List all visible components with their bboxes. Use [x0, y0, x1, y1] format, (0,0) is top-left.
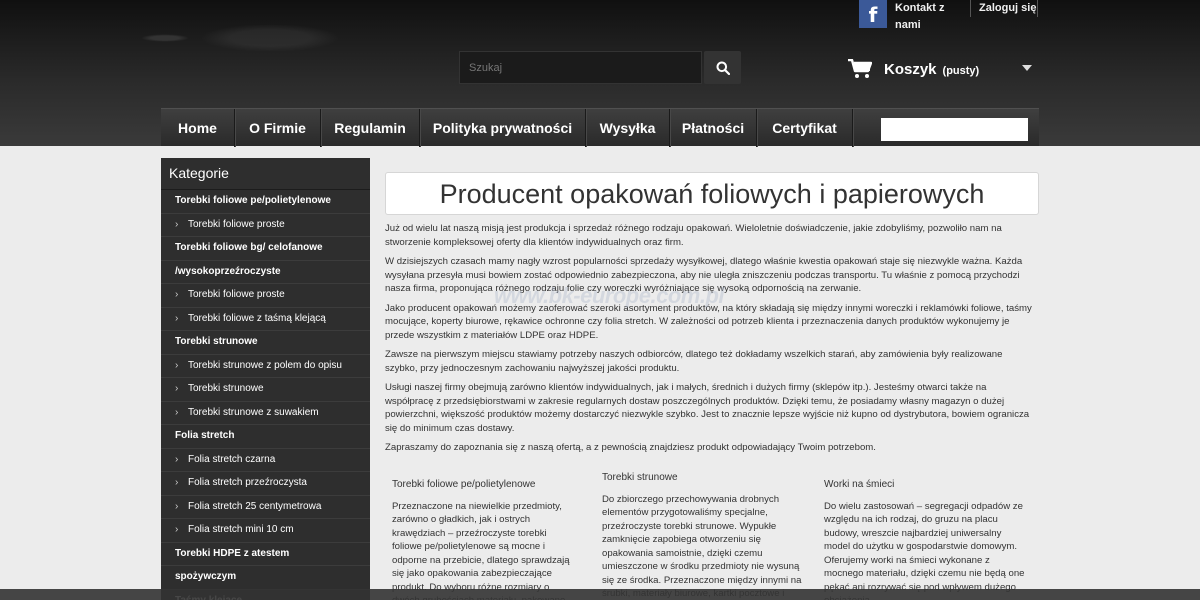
- feature-column-strunowe: Torebki strunowe Do zbiorczego przechowy…: [602, 471, 812, 600]
- chevron-right-icon: ›: [175, 218, 179, 230]
- page-title: Producent opakowań foliowych i papierowy…: [439, 179, 985, 209]
- chevron-right-icon: ›: [175, 289, 179, 300]
- sidebar-title: Kategorie: [161, 158, 370, 190]
- search-icon: [716, 61, 730, 75]
- category-label: Torebki foliowe proste: [188, 289, 285, 300]
- nav-regulamin[interactable]: Regulamin: [321, 109, 420, 147]
- subcategory-item[interactable]: › Folia stretch 25 centymetrowa: [161, 496, 370, 519]
- paragraph: Zapraszamy do zapoznania się z naszą ofe…: [385, 442, 876, 453]
- nav-home[interactable]: Home: [161, 109, 235, 147]
- nav-o-firmie[interactable]: O Firmie: [235, 109, 321, 147]
- category-item[interactable]: Torebki strunowe: [161, 331, 370, 355]
- cart-block[interactable]: Koszyk (pusty): [848, 56, 979, 82]
- site-header: f Kontakt z nami Zaloguj się Koszyk (pus…: [0, 0, 1200, 147]
- category-label: spożywczym: [175, 571, 237, 582]
- subcategory-item[interactable]: › Folia stretch mini 10 cm: [161, 519, 370, 543]
- page-title-box: Producent opakowań foliowych i papierowy…: [385, 172, 1039, 215]
- paragraph: Zawsze na pierwszym miejscu stawiamy pot…: [385, 349, 1003, 374]
- chevron-right-icon: ›: [175, 500, 179, 512]
- category-item[interactable]: /wysokoprzeźroczyste: [161, 261, 370, 284]
- category-label: Torebki foliowe bg/ celofanowe: [175, 242, 323, 253]
- cart-dropdown-icon[interactable]: [1022, 65, 1032, 71]
- chevron-right-icon: ›: [175, 406, 179, 418]
- feature-column-pe: Torebki foliowe pe/polietylenowe Przezna…: [392, 478, 578, 600]
- site-logo[interactable]: [130, 10, 340, 66]
- nav-certyfikat[interactable]: Certyfikat: [757, 109, 853, 147]
- category-label: Torebki foliowe z taśmą klejącą: [188, 312, 326, 324]
- category-label: Torebki strunowe: [188, 383, 264, 394]
- category-item[interactable]: Folia stretch: [161, 425, 370, 449]
- contact-link[interactable]: Kontakt z nami: [889, 0, 971, 31]
- cart-label: Koszyk: [884, 60, 937, 78]
- category-label: Folia stretch 25 centymetrowa: [188, 500, 322, 512]
- watermark: www.bk-europe.com.pl: [494, 283, 725, 308]
- feature-heading[interactable]: Torebki strunowe: [602, 471, 812, 485]
- category-item[interactable]: Torebki foliowe bg/ celofanowe: [161, 237, 370, 261]
- subcategory-item[interactable]: › Torebki strunowe z suwakiem: [161, 402, 370, 425]
- category-item[interactable]: Torebki foliowe pe/polietylenowe: [161, 190, 370, 214]
- nav-wysylka[interactable]: Wysyłka: [586, 109, 670, 147]
- feature-text: Do wielu zastosowań – segregacji odpadów…: [824, 500, 1025, 600]
- feature-text: Przeznaczone na niewielkie przedmioty, z…: [392, 500, 570, 600]
- category-label: /wysokoprzeźroczyste: [175, 265, 281, 277]
- chevron-right-icon: ›: [175, 453, 179, 465]
- chevron-right-icon: ›: [175, 359, 179, 371]
- subcategory-item[interactable]: › Torebki strunowe: [161, 378, 370, 402]
- feature-column-worki: Worki na śmieci Do wielu zastosowań – se…: [824, 478, 1026, 600]
- category-item[interactable]: Torebki HDPE z atestem: [161, 543, 370, 566]
- login-link[interactable]: Zaloguj się: [972, 0, 1038, 17]
- subcategory-item[interactable]: › Torebki foliowe proste: [161, 214, 370, 237]
- category-label: Torebki strunowe: [175, 336, 258, 347]
- search-button[interactable]: [704, 51, 741, 84]
- category-label: Torebki foliowe pe/polietylenowe: [175, 195, 331, 206]
- category-label: Folia stretch przeźroczysta: [188, 477, 307, 488]
- nav-polityka-prywatnosci[interactable]: Polityka prywatności: [420, 109, 586, 147]
- feature-text: Do zbiorczego przechowywania drobnych el…: [602, 493, 802, 600]
- feature-heading[interactable]: Torebki foliowe pe/polietylenowe: [392, 478, 578, 492]
- subcategory-item[interactable]: › Folia stretch czarna: [161, 449, 370, 472]
- facebook-icon[interactable]: f: [859, 0, 887, 28]
- category-label: Folia stretch mini 10 cm: [188, 524, 294, 535]
- nav-platnosci[interactable]: Płatności: [670, 109, 757, 147]
- nav-search-input[interactable]: [881, 118, 1028, 141]
- category-label: Torebki strunowe z polem do opisu: [188, 359, 342, 371]
- subcategory-item[interactable]: › Torebki foliowe proste: [161, 284, 370, 308]
- categories-sidebar: Kategorie Torebki foliowe pe/polietyleno…: [161, 158, 370, 600]
- category-label: Torebki HDPE z atestem: [175, 547, 290, 559]
- chevron-right-icon: ›: [175, 312, 179, 324]
- bottom-bar: [0, 589, 1200, 600]
- subcategory-item[interactable]: › Folia stretch przeźroczysta: [161, 472, 370, 496]
- cart-status: (pusty): [942, 64, 980, 77]
- subcategory-item[interactable]: › Torebki foliowe z taśmą klejącą: [161, 308, 370, 331]
- subcategory-item[interactable]: › Torebki strunowe z polem do opisu: [161, 355, 370, 378]
- feature-heading[interactable]: Worki na śmieci: [824, 478, 1026, 492]
- chevron-right-icon: ›: [175, 524, 179, 535]
- main-content: Już od wielu lat naszą misją jest produk…: [385, 222, 1035, 461]
- paragraph: Usługi naszej firmy obejmują zarówno kli…: [385, 382, 1030, 434]
- search-input[interactable]: [459, 51, 702, 84]
- category-label: Torebki strunowe z suwakiem: [188, 406, 319, 418]
- category-list: Torebki foliowe pe/polietylenowe › Torebki…: [161, 190, 370, 600]
- chevron-right-icon: ›: [175, 383, 179, 394]
- category-label: Folia stretch czarna: [188, 453, 276, 465]
- category-item[interactable]: spożywczym: [161, 566, 370, 590]
- category-label: Torebki foliowe proste: [188, 218, 285, 230]
- paragraph: Już od wielu lat naszą misją jest produk…: [385, 223, 1002, 248]
- cart-icon: [848, 59, 872, 78]
- chevron-right-icon: ›: [175, 477, 179, 488]
- category-label: Folia stretch: [175, 430, 235, 441]
